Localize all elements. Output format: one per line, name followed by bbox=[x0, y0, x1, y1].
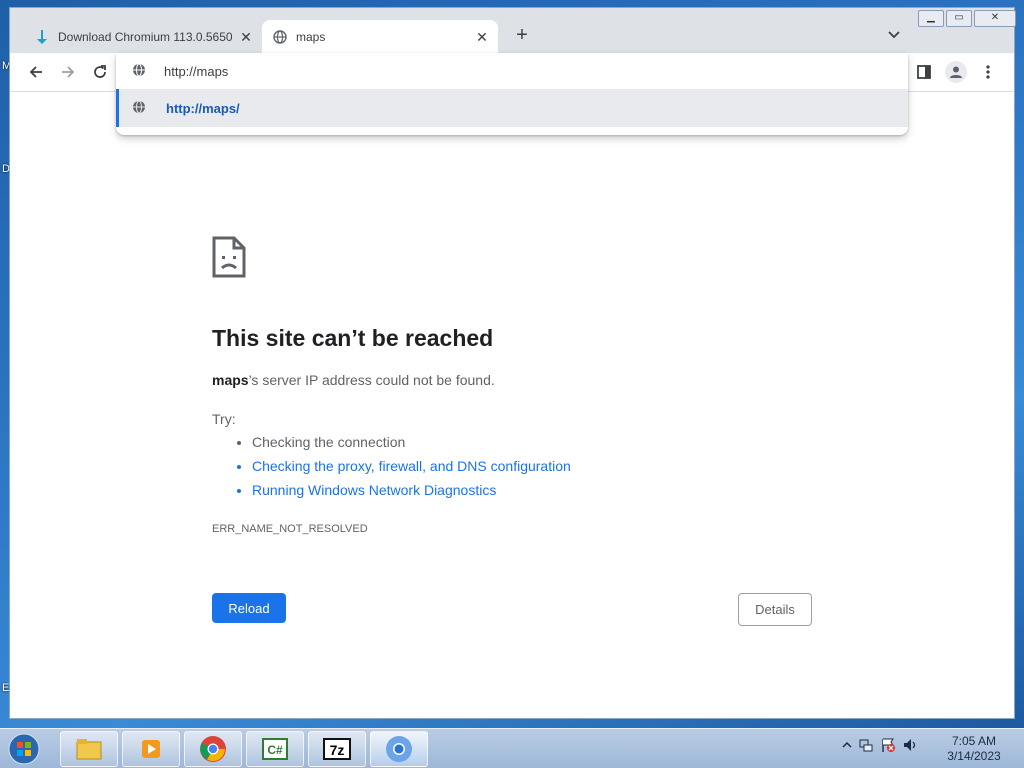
menu-button[interactable] bbox=[977, 61, 999, 83]
taskbar-chrome[interactable] bbox=[184, 731, 242, 767]
back-arrow-icon bbox=[29, 66, 42, 78]
profile-button[interactable] bbox=[945, 61, 967, 83]
suggestion-url: http://maps/ bbox=[166, 100, 240, 116]
taskbar-chromium[interactable] bbox=[370, 731, 428, 767]
taskbar-csharp-app[interactable]: C# bbox=[246, 731, 304, 767]
globe-icon bbox=[132, 63, 148, 79]
close-tab-icon[interactable]: ✕ bbox=[238, 29, 254, 45]
volume-icon[interactable] bbox=[902, 737, 918, 753]
7zip-icon: 7z bbox=[323, 738, 351, 760]
taskbar-clock[interactable]: 7:05 AM 3/14/2023 bbox=[940, 734, 1008, 764]
tab-maps[interactable]: maps ✕ bbox=[262, 20, 498, 53]
side-panel-icon bbox=[917, 65, 931, 79]
error-page: This site can’t be reached maps’s server… bbox=[10, 92, 1014, 718]
avatar-icon bbox=[950, 66, 962, 78]
tab-download-chromium[interactable]: Download Chromium 113.0.5650 ✕ bbox=[24, 20, 262, 53]
details-button[interactable]: Details bbox=[738, 593, 812, 626]
suggestion-network-diagnostics-link[interactable]: Running Windows Network Diagnostics bbox=[252, 478, 571, 502]
desktop-fragment: E bbox=[2, 682, 10, 694]
chrome-icon bbox=[200, 736, 226, 762]
suggestion-list: Checking the connection Checking the pro… bbox=[232, 430, 571, 502]
taskbar: C# 7z 7:05 AM 3/14/2023 bbox=[0, 728, 1024, 768]
close-tab-icon[interactable]: ✕ bbox=[474, 29, 490, 45]
chromium-download-favicon-icon bbox=[34, 29, 50, 45]
side-panel-button[interactable] bbox=[913, 61, 935, 83]
taskbar-7zip[interactable]: 7z bbox=[308, 731, 366, 767]
error-title: This site can’t be reached bbox=[212, 325, 494, 351]
new-tab-button[interactable]: + bbox=[512, 25, 532, 46]
forward-arrow-icon bbox=[62, 66, 75, 78]
sad-page-icon bbox=[212, 236, 246, 278]
clock-date: 3/14/2023 bbox=[947, 749, 1001, 763]
window-controls: ▁ ▭ ✕ bbox=[916, 10, 1016, 27]
system-tray bbox=[842, 737, 918, 753]
folder-icon bbox=[76, 739, 102, 760]
taskbar-media-player[interactable] bbox=[122, 731, 180, 767]
suggestion-check-proxy-link[interactable]: Checking the proxy, firewall, and DNS co… bbox=[252, 454, 571, 478]
omnibox-suggestion[interactable]: http://maps/ bbox=[116, 89, 908, 127]
tab-search-chevron-icon[interactable] bbox=[886, 26, 902, 42]
browser-window: Download Chromium 113.0.5650 ✕ maps ✕ + … bbox=[10, 8, 1016, 718]
try-label: Try: bbox=[212, 411, 236, 427]
windows-logo-icon bbox=[8, 733, 40, 765]
address-bar[interactable]: http://maps bbox=[116, 53, 908, 89]
globe-icon bbox=[132, 100, 148, 116]
taskbar-explorer[interactable] bbox=[60, 731, 118, 767]
suggestion-check-connection: Checking the connection bbox=[252, 430, 571, 454]
forward-button[interactable] bbox=[57, 61, 79, 83]
clock-time: 7:05 AM bbox=[951, 734, 997, 748]
tab-title: Download Chromium 113.0.5650 bbox=[58, 29, 233, 44]
error-code: ERR_NAME_NOT_RESOLVED bbox=[212, 523, 368, 535]
action-center-flag-icon[interactable] bbox=[880, 737, 896, 753]
error-message-text: ’s server IP address could not be found. bbox=[248, 372, 495, 388]
address-input-value[interactable]: http://maps bbox=[164, 64, 228, 79]
kebab-menu-icon bbox=[986, 65, 990, 79]
svg-text:7z: 7z bbox=[330, 742, 345, 758]
tab-title: maps bbox=[296, 29, 326, 44]
tab-strip: Download Chromium 113.0.5650 ✕ maps ✕ + … bbox=[10, 8, 1016, 53]
error-host: maps bbox=[212, 372, 249, 388]
error-message: maps’s server IP address could not be fo… bbox=[212, 372, 495, 388]
csharp-icon: C# bbox=[262, 738, 288, 760]
close-window-button[interactable]: ✕ bbox=[974, 10, 1016, 27]
omnibox-dropdown: http://maps http://maps/ bbox=[116, 53, 908, 135]
show-hidden-icons-icon[interactable] bbox=[842, 740, 852, 750]
back-button[interactable] bbox=[25, 61, 47, 83]
network-icon[interactable] bbox=[858, 737, 874, 753]
reload-page-button[interactable]: Reload bbox=[212, 593, 286, 623]
reload-button[interactable] bbox=[89, 61, 111, 83]
minimize-button[interactable]: ▁ bbox=[918, 10, 944, 27]
chromium-icon bbox=[386, 736, 412, 762]
start-button[interactable] bbox=[4, 731, 44, 767]
globe-icon bbox=[272, 29, 288, 45]
media-player-icon bbox=[142, 740, 160, 758]
desktop-fragment: D bbox=[2, 163, 10, 175]
reload-icon bbox=[94, 65, 106, 78]
maximize-button[interactable]: ▭ bbox=[946, 10, 972, 27]
svg-text:C#: C# bbox=[267, 743, 283, 757]
